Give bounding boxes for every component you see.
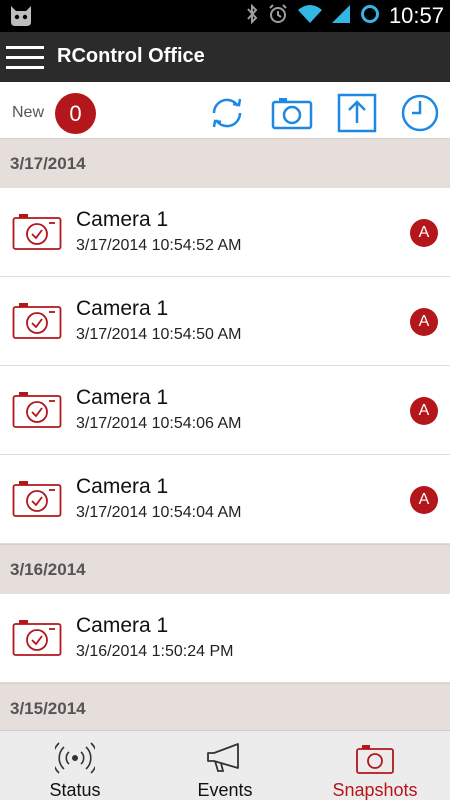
signal-icon <box>331 3 351 30</box>
item-timestamp: 3/17/2014 10:54:04 AM <box>76 504 242 521</box>
list-item[interactable]: Camera 1 3/17/2014 10:54:04 AM A <box>0 455 450 544</box>
snapshot-camera-icon <box>12 478 62 523</box>
refresh-button[interactable] <box>206 92 248 134</box>
clock-icon <box>399 94 441 138</box>
status-bar: 10:57 <box>0 0 450 32</box>
list-item[interactable]: Camera 1 3/16/2014 1:50:24 PM <box>0 594 450 683</box>
camera-icon <box>355 741 395 780</box>
item-timestamp: 3/17/2014 10:54:52 AM <box>76 237 242 254</box>
section-header: 3/17/2014 <box>0 138 450 188</box>
action-bar: RControl Office <box>0 32 450 82</box>
section-header: 3/16/2014 <box>0 544 450 594</box>
list-item[interactable]: Camera 1 3/17/2014 10:54:06 AM A <box>0 366 450 455</box>
megaphone-icon <box>205 741 245 780</box>
app-title: RControl Office <box>57 45 205 67</box>
snapshot-camera-icon <box>12 300 62 345</box>
snapshot-camera-icon <box>12 617 62 662</box>
android-cat-icon <box>8 4 34 33</box>
toolbar: New 0 <box>0 82 450 138</box>
upload-button[interactable] <box>336 92 378 134</box>
antenna-icon <box>51 741 99 780</box>
item-timestamp: 3/17/2014 10:54:50 AM <box>76 326 242 343</box>
item-title: Camera 1 <box>76 475 169 498</box>
list-item[interactable]: Camera 1 3/17/2014 10:54:50 AM A <box>0 277 450 366</box>
item-title: Camera 1 <box>76 208 169 231</box>
item-timestamp: 3/17/2014 10:54:06 AM <box>76 415 242 432</box>
alarm-badge: A <box>410 397 438 425</box>
wifi-icon <box>297 3 323 30</box>
alarm-badge: A <box>410 308 438 336</box>
upload-icon <box>336 93 378 138</box>
sync-ring-icon <box>359 3 381 30</box>
bluetooth-icon <box>245 3 259 30</box>
alarm-badge: A <box>410 219 438 247</box>
hamburger-icon[interactable] <box>6 44 44 72</box>
tab-events[interactable]: Events <box>150 731 300 800</box>
bottom-nav: Status Events Snapshots <box>0 730 450 800</box>
alarm-badge: A <box>410 486 438 514</box>
app-root: 10:57 RControl Office New 0 3/17/2014 Ca… <box>0 0 450 800</box>
tab-status[interactable]: Status <box>0 731 150 800</box>
alarm-icon <box>267 3 289 30</box>
item-timestamp: 3/16/2014 1:50:24 PM <box>76 643 234 660</box>
camera-icon <box>271 98 313 138</box>
refresh-icon <box>206 98 248 138</box>
list-item[interactable]: Camera 1 3/17/2014 10:54:52 AM A <box>0 188 450 277</box>
tab-events-label: Events <box>197 780 253 800</box>
item-title: Camera 1 <box>76 614 169 637</box>
take-snapshot-button[interactable] <box>271 92 313 134</box>
section-header: 3/15/2014 <box>0 683 450 730</box>
new-label: New <box>12 104 45 121</box>
snapshot-camera-icon <box>12 389 62 434</box>
status-clock: 10:57 <box>388 3 444 28</box>
tab-snapshots[interactable]: Snapshots <box>300 731 450 800</box>
history-button[interactable] <box>399 92 441 134</box>
item-title: Camera 1 <box>76 297 169 320</box>
snapshot-camera-icon <box>12 211 62 256</box>
new-count-badge[interactable]: 0 <box>55 93 96 134</box>
item-title: Camera 1 <box>76 386 169 409</box>
tab-status-label: Status <box>49 780 101 800</box>
tab-snapshots-label: Snapshots <box>332 780 418 800</box>
snapshot-list[interactable]: 3/17/2014 Camera 1 3/17/2014 10:54:52 AM… <box>0 138 450 730</box>
